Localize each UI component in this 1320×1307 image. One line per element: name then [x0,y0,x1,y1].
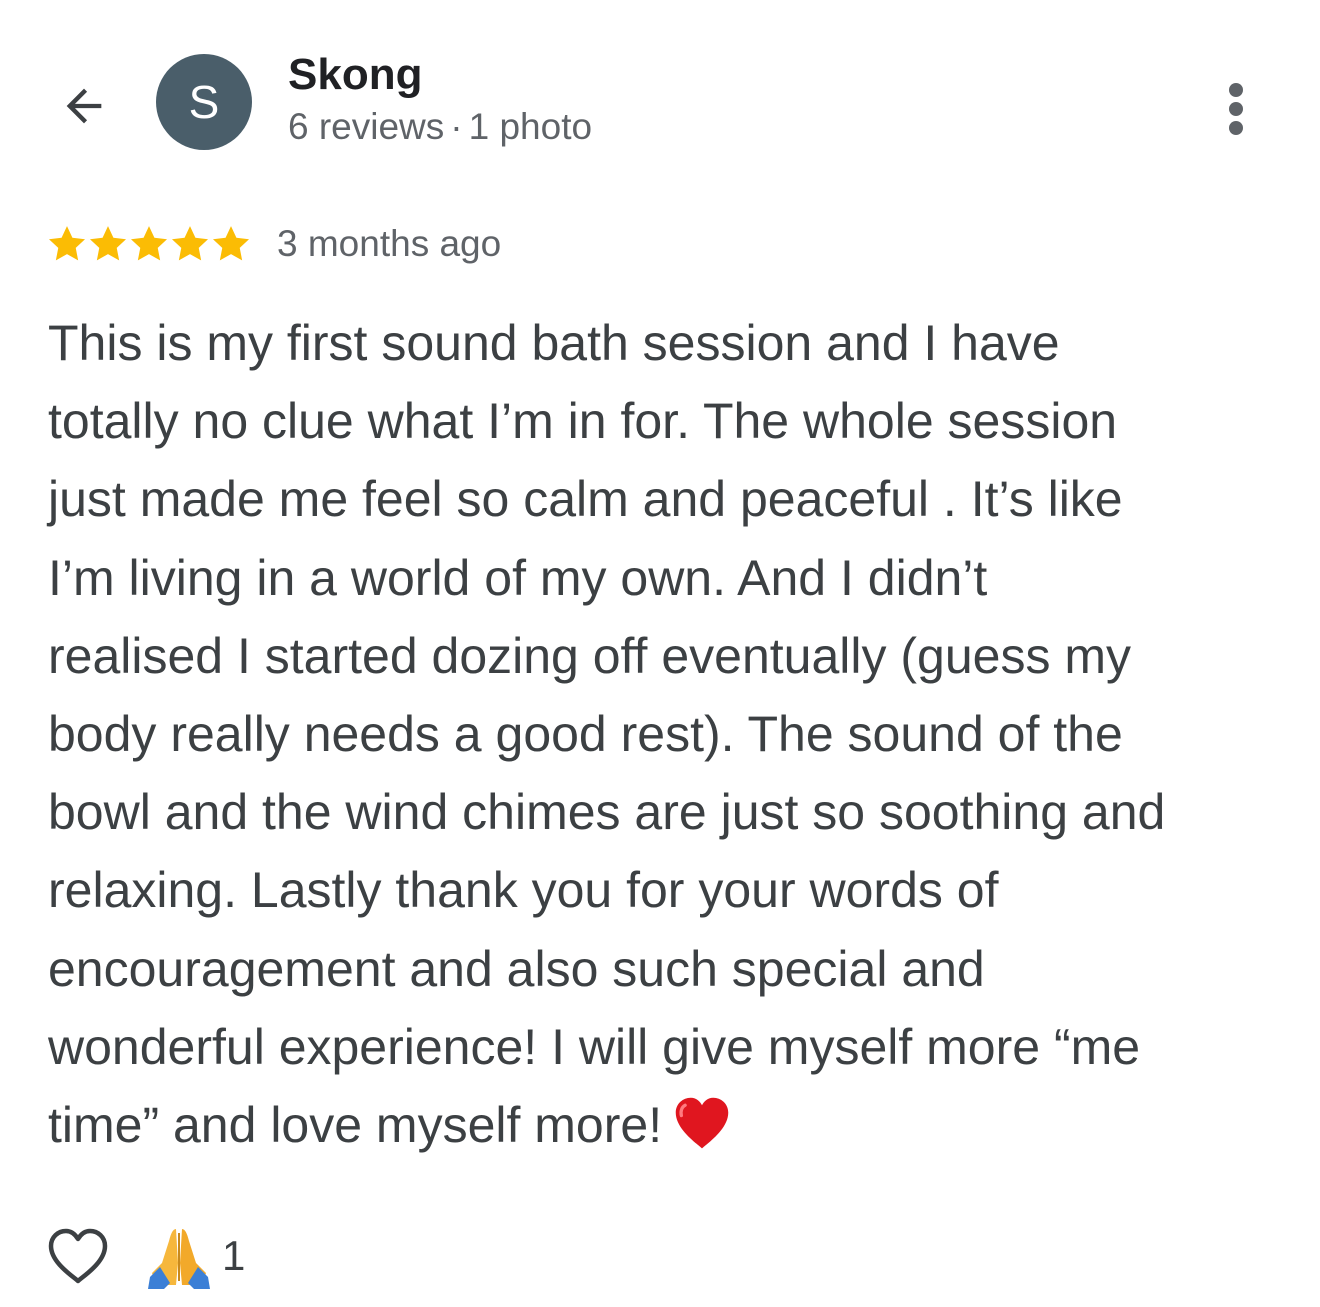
folded-hands-emoji [148,1229,210,1289]
star-rating [46,223,251,265]
star-icon [48,226,86,261]
review-time: 3 months ago [277,223,502,264]
review-body: This is my first sound bath session and … [48,304,1278,1164]
star-icon [171,226,209,261]
more-vert-icon [1229,83,1243,135]
heart-outline-icon [48,1228,108,1284]
meta-separator: · [450,106,463,147]
like-button[interactable] [46,1224,110,1288]
star-icon [130,226,168,261]
arrow-back-icon [66,88,102,124]
back-button[interactable] [52,74,116,138]
photos-count: 1 photo [468,106,593,147]
avatar-letter: S [188,76,220,128]
reactions-bar: 1 [46,1222,245,1290]
star-icon [212,226,250,261]
reviews-count: 6 reviews [288,106,445,147]
rating-row: 3 months ago [46,218,501,270]
red-heart-emoji [675,1097,729,1149]
reviewer-header: S Skong 6 reviews · 1 photo [0,0,1320,200]
avatar[interactable]: S [156,54,252,150]
reviewer-stats: 6 reviews · 1 photo [288,106,592,148]
reaction-count: 1 [222,1232,246,1279]
reaction-chip[interactable]: 1 [146,1223,245,1289]
reviewer-name[interactable]: Skong [288,50,422,100]
more-options-button[interactable] [1206,74,1266,142]
star-icon [89,226,127,261]
review-text: This is my first sound bath session and … [48,315,1166,1154]
